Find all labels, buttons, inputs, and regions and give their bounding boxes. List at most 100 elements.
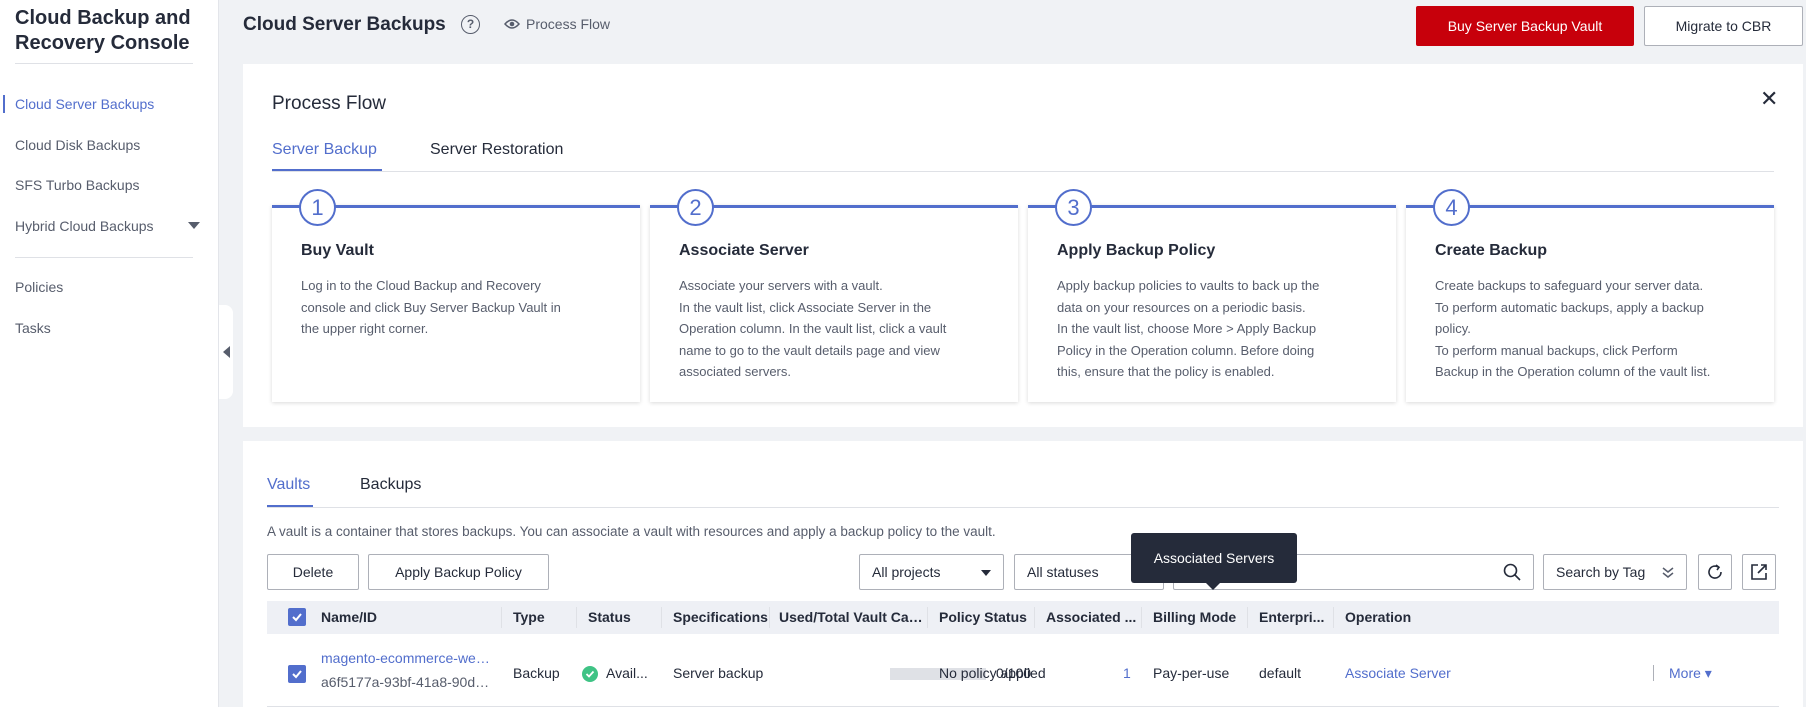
refresh-icon [1708,564,1722,579]
vault-billing-mode: Pay-per-use [1153,665,1230,681]
column-header-policy-status[interactable]: Policy Status [939,601,1039,634]
sidebar-item-hybrid-cloud-backups[interactable]: Hybrid Cloud Backups [15,216,154,236]
associated-servers-tooltip: Associated Servers [1131,533,1297,583]
step-card-associate-server: 2 Associate Server Associate your server… [650,189,1018,402]
vault-specifications: Server backup [673,665,764,681]
step-title: Apply Backup Policy [1057,242,1216,259]
chevron-down-icon[interactable] [188,222,200,229]
step-card-apply-backup-policy: 3 Apply Backup Policy Apply backup polic… [1028,189,1396,402]
sidebar-item-cloud-server-backups[interactable]: Cloud Server Backups [15,94,154,114]
step-title: Associate Server [679,242,809,259]
delete-button[interactable]: Delete [267,554,359,590]
column-separator [1034,607,1035,628]
step-title: Buy Vault [301,242,374,259]
project-select-value: All projects [872,564,941,580]
column-separator [661,607,662,628]
select-all-checkbox[interactable] [288,608,306,626]
step-description: Apply backup policies to vaults to back … [1057,278,1320,379]
tab-server-restoration[interactable]: Server Restoration [430,139,563,161]
more-dropdown[interactable]: More ▾ [1669,665,1712,682]
export-button[interactable] [1742,554,1776,590]
tab-backups[interactable]: Backups [360,474,421,496]
column-header-billing-mode[interactable]: Billing Mode [1153,601,1243,634]
column-separator [501,607,502,628]
row-checkbox[interactable] [288,665,306,683]
search-by-tag-label: Search by Tag [1556,564,1646,580]
column-header-operation: Operation [1345,609,1412,625]
column-separator [769,607,770,628]
sidebar: Cloud Backup and Recovery Console Cloud … [0,0,219,707]
step-description: Log in to the Cloud Backup and Recovery … [301,278,561,336]
apply-backup-policy-button[interactable]: Apply Backup Policy [368,554,549,590]
vault-policy-status: No policy applied [939,665,1046,681]
column-separator [927,607,928,628]
sidebar-divider [15,257,193,258]
step-card-buy-vault: 1 Buy Vault Log in to the Cloud Backup a… [272,189,640,402]
vault-name-link[interactable]: magento-ecommerce-websit... [321,650,496,666]
search-by-tag-button[interactable]: Search by Tag [1543,554,1687,590]
process-flow-title: Process Flow [272,93,387,114]
step-description: Create backups to safeguard your server … [1435,278,1711,379]
column-header-associated-servers[interactable]: Associated ... [1046,601,1141,634]
step-card-create-backup: 4 Create Backup Create backups to safegu… [1406,189,1774,402]
close-icon[interactable]: ✕ [1760,87,1778,111]
table-header: Name/ID Type Status Specifications Used/… [267,601,1779,634]
tooltip-arrow [1206,583,1220,590]
column-header-capacity[interactable]: Used/Total Vault Cap... [779,601,923,634]
process-flow-panel: Process Flow ✕ Server Backup Server Rest… [243,64,1803,427]
column-header-specifications[interactable]: Specifications [673,601,769,634]
check-icon [292,613,302,622]
migrate-to-cbr-button[interactable]: Migrate to CBR [1644,6,1803,46]
chevron-down-icon [981,570,991,576]
sidebar-item-tasks[interactable]: Tasks [15,318,51,338]
search-icon[interactable] [1503,563,1521,581]
step-description: Associate your servers with a vault. In … [679,278,947,379]
tabs-divider [267,507,1779,508]
chevron-left-icon [222,346,230,358]
column-separator [1247,607,1248,628]
refresh-button[interactable] [1698,554,1732,590]
process-flow-label: Process Flow [526,16,611,32]
step-title: Create Backup [1435,242,1548,259]
sidebar-item-cloud-disk-backups[interactable]: Cloud Disk Backups [15,135,140,155]
status-available-icon [582,666,598,682]
column-header-name[interactable]: Name/ID [321,601,491,634]
vault-status: Avail... [606,665,648,681]
tabs-divider [272,171,1774,172]
column-separator [1333,607,1334,628]
active-indicator [3,95,5,113]
collapse-sidebar-button[interactable] [219,305,233,399]
step-number: 3 [1055,189,1092,226]
column-separator [576,607,577,628]
export-icon [1751,564,1767,580]
double-chevron-down-icon [1662,567,1674,578]
project-select[interactable]: All projects [859,554,1004,590]
sidebar-item-sfs-turbo-backups[interactable]: SFS Turbo Backups [15,175,140,195]
tab-server-backup[interactable]: Server Backup [272,139,377,161]
associated-servers-count-link[interactable]: 1 [1123,665,1131,681]
vault-type: Backup [513,665,560,681]
buy-server-backup-vault-button[interactable]: Buy Server Backup Vault [1416,6,1634,46]
column-separator [1141,607,1142,628]
console-title: Cloud Backup and Recovery Console [15,7,191,54]
sidebar-divider [15,63,193,64]
help-icon[interactable]: ? [461,15,480,34]
tab-underline [272,169,382,171]
eye-icon [504,19,520,29]
column-header-status[interactable]: Status [588,601,658,634]
step-number: 1 [299,189,336,226]
step-number: 4 [1433,189,1470,226]
status-select-value: All statuses [1027,564,1099,580]
process-flow-link[interactable]: Process Flow [504,16,610,32]
sidebar-item-policies[interactable]: Policies [15,277,63,297]
associate-server-link[interactable]: Associate Server [1345,665,1451,681]
column-header-type[interactable]: Type [513,601,573,634]
page-title: Cloud Server Backups [243,14,446,35]
column-header-enterprise-project[interactable]: Enterpri... [1259,601,1335,634]
check-icon [292,670,302,679]
vault-enterprise-project: default [1259,665,1302,681]
operation-separator [1653,665,1654,681]
tab-vaults[interactable]: Vaults [267,474,310,496]
table-row: magento-ecommerce-websit... a6f5177a-93b… [267,634,1779,707]
vault-id: a6f5177a-93bf-41a8-90d9-1... [321,674,496,690]
